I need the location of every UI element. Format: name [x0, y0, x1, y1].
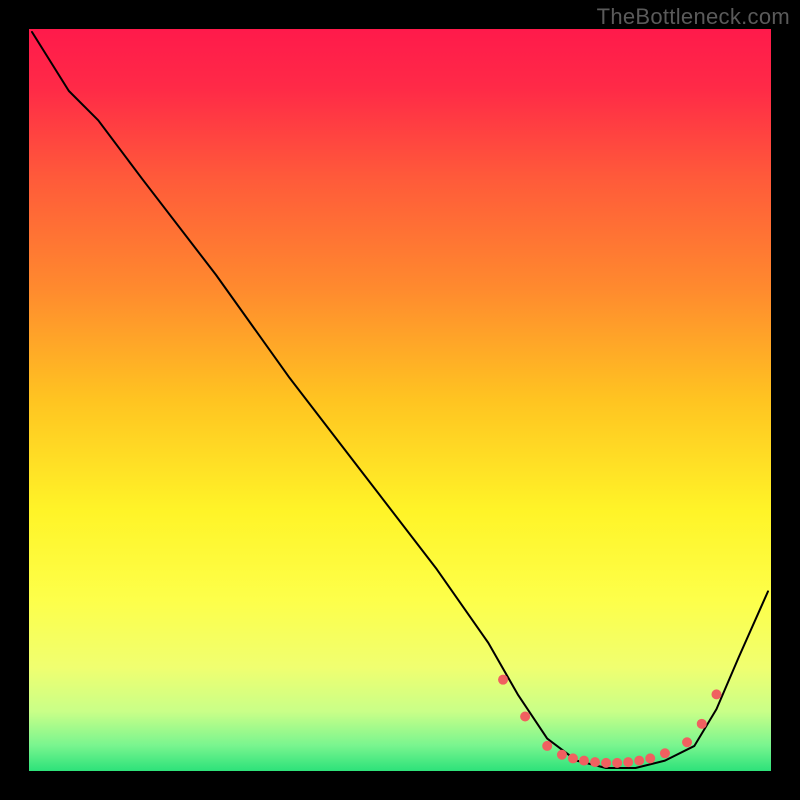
marker-dot [542, 741, 552, 751]
marker-dot [623, 757, 633, 767]
marker-dot [568, 753, 578, 763]
marker-dot [660, 748, 670, 758]
marker-dot [697, 719, 707, 729]
marker-dot [634, 756, 644, 766]
gradient-background [29, 29, 771, 771]
marker-dot [601, 758, 611, 768]
marker-dot [682, 737, 692, 747]
marker-dot [590, 757, 600, 767]
chart-svg [29, 29, 771, 771]
plot-area [29, 29, 771, 771]
marker-dot [579, 756, 589, 766]
marker-dot [557, 750, 567, 760]
chart-frame: TheBottleneck.com [0, 0, 800, 800]
watermark-text: TheBottleneck.com [597, 4, 790, 30]
marker-dot [520, 711, 530, 721]
marker-dot [711, 689, 721, 699]
marker-dot [612, 758, 622, 768]
marker-dot [645, 753, 655, 763]
marker-dot [498, 675, 508, 685]
